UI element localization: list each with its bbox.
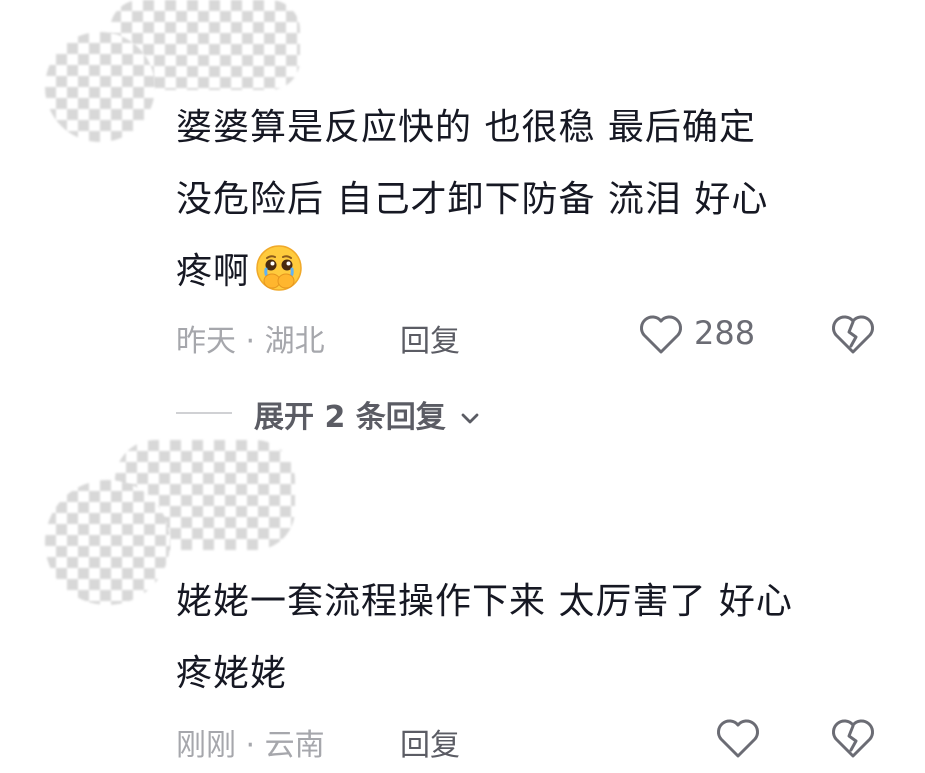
comment-time: 昨天 xyxy=(176,324,236,359)
expand-replies-button[interactable]: 展开 2 条回复 xyxy=(254,392,482,436)
comment-location: 云南 xyxy=(264,728,325,763)
heart-outline-icon[interactable] xyxy=(715,717,761,759)
chevron-down-icon xyxy=(461,413,479,424)
reply-button[interactable]: 回复 xyxy=(400,720,460,764)
reply-button[interactable]: 回复 xyxy=(400,316,460,360)
comment-line: 疼啊 xyxy=(176,236,768,308)
comment-meta: 刚刚 · 云南 xyxy=(176,720,325,764)
broken-heart-icon[interactable] xyxy=(830,717,876,759)
like-count: 288 xyxy=(694,314,756,352)
heart-outline-icon[interactable] xyxy=(638,313,684,355)
meta-separator: · xyxy=(245,324,256,359)
comment-line: 婆婆算是反应快的 也很稳 最后确定 xyxy=(176,107,756,148)
comment-text: 婆婆算是反应快的 也很稳 最后确定 没危险后 自己才卸下防备 流泪 好心 疼啊 xyxy=(176,92,768,308)
avatar[interactable] xyxy=(45,480,170,605)
pleading-face-hands-emoji xyxy=(256,245,302,291)
comment-line: 疼姥姥 xyxy=(176,653,288,694)
broken-heart-icon[interactable] xyxy=(830,313,876,355)
comment-time: 刚刚 xyxy=(176,728,236,763)
comment-location: 湖北 xyxy=(264,324,325,359)
comment-meta: 昨天 · 湖北 xyxy=(176,316,325,360)
expand-replies-label: 展开 2 条回复 xyxy=(254,400,446,435)
avatar[interactable] xyxy=(45,32,155,142)
comment-line: 没危险后 自己才卸下防备 流泪 好心 xyxy=(176,179,769,220)
meta-separator: · xyxy=(245,728,256,763)
expand-divider xyxy=(176,412,232,414)
comment-text: 姥姥一套流程操作下来 太厉害了 好心 疼姥姥 xyxy=(176,566,793,710)
comment-line: 姥姥一套流程操作下来 太厉害了 好心 xyxy=(176,581,793,622)
